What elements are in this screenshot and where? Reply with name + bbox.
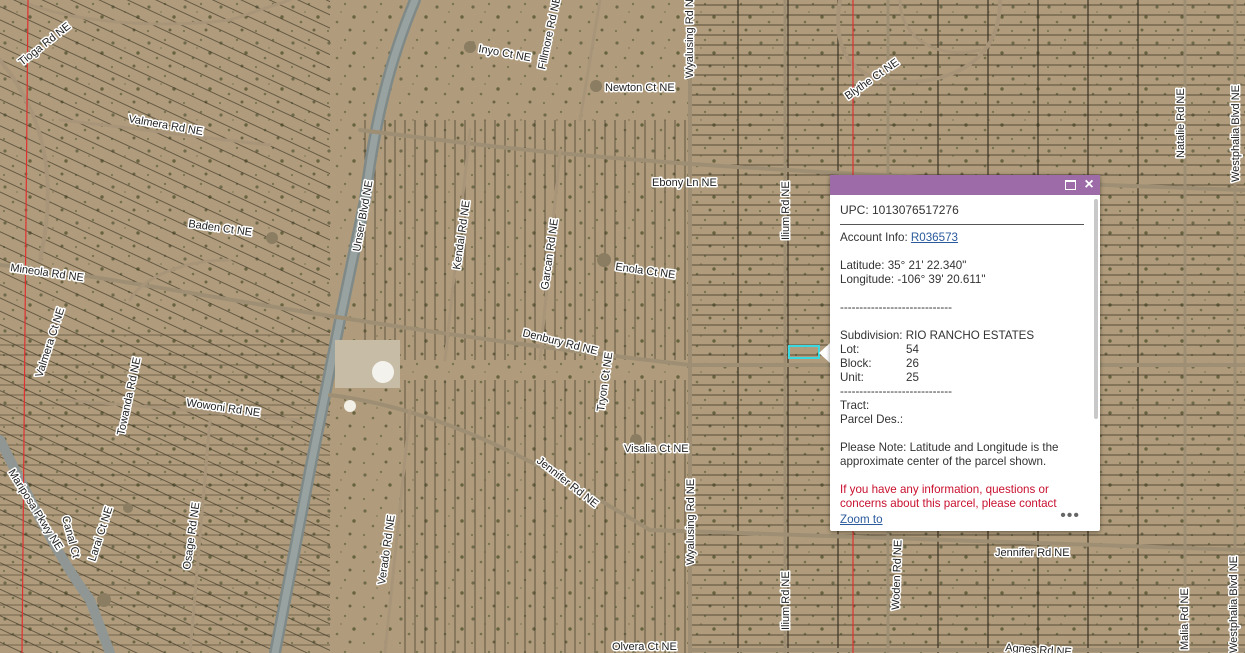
account-info-label: Account Info: <box>840 231 908 244</box>
latitude-text: Latitude: 35° 21' 22.340" <box>840 259 967 272</box>
road-label-malia: Malia Rd NE <box>1179 588 1191 650</box>
road-label-natalie: Natalie Rd NE <box>1175 88 1187 158</box>
parcel-des-text: Parcel Des.: <box>840 413 904 426</box>
road-label-olvera: Olvera Ct NE <box>612 641 677 653</box>
road-label-newton: Newton Ct NE <box>605 82 675 94</box>
close-icon[interactable]: × <box>1081 177 1097 193</box>
popup-header: × <box>830 175 1100 195</box>
road-label-wyalusing-bot: Wyalusing Rd NE <box>685 479 697 565</box>
account-info-row: Account Info: R036573 <box>840 231 1084 245</box>
road-label-woden: Woden Rd NE <box>890 540 904 610</box>
lot-value: 54 <box>906 343 919 356</box>
road-label-ilium-top: Ilium Rd NE <box>780 181 792 240</box>
maximize-icon[interactable] <box>1062 177 1078 193</box>
road-label-ebony: Ebony Ln NE <box>652 177 717 189</box>
road-label-ilium-bot: Ilium Rd NE <box>780 571 792 630</box>
parcel-info-popup: × UPC: 1013076517276 Account Info: R0365… <box>830 175 1100 531</box>
popup-content: UPC: 1013076517276 Account Info: R036573… <box>840 203 1084 531</box>
lot-label: Lot: <box>840 343 860 356</box>
tract-text: Tract: <box>840 399 870 412</box>
more-options-icon[interactable]: ••• <box>1060 507 1080 525</box>
longitude-text: Longitude: -106° 39' 20.611" <box>840 273 986 286</box>
road-label-visalia: Visalia Ct NE <box>624 443 689 455</box>
zoom-to-link[interactable]: Zoom to <box>840 513 883 526</box>
upc-title: UPC: 1013076517276 <box>840 203 1084 225</box>
popup-pointer <box>819 343 830 363</box>
unit-row: Unit: 25 <box>840 371 1084 385</box>
block-label: Block: <box>840 357 872 370</box>
block-value: 26 <box>906 357 919 370</box>
separator: ----------------------------- <box>840 301 952 314</box>
road-label-jennifer-h: Jennifer Rd NE <box>995 547 1070 559</box>
road-label-westphalia-bot: Westphalia Blvd NE <box>1228 556 1240 653</box>
road-label-westphalia: Westphalia Blvd NE <box>1230 85 1242 182</box>
contact-text-line2: concerns about this parcel, please conta… <box>840 497 1057 510</box>
lot-row: Lot: 54 <box>840 343 1084 357</box>
unit-label: Unit: <box>840 371 864 384</box>
account-info-link[interactable]: R036573 <box>911 231 958 244</box>
separator: ----------------------------- <box>840 385 952 398</box>
road-label-wyalusing-top: Wyalusing Rd NE <box>684 0 696 78</box>
note-text-line1: Please Note: Latitude and Longitude is t… <box>840 441 1059 454</box>
contact-text-line1: If you have any information, questions o… <box>840 483 1049 496</box>
subdivision-text: Subdivision: RIO RANCHO ESTATES <box>840 329 1035 342</box>
note-text-line2: approximate center of the parcel shown. <box>840 455 1047 468</box>
unit-value: 25 <box>906 371 919 384</box>
block-row: Block: 26 <box>840 357 1084 371</box>
popup-footer: Zoom to ••• <box>840 507 1086 527</box>
popup-scrollbar[interactable] <box>1094 199 1098 419</box>
